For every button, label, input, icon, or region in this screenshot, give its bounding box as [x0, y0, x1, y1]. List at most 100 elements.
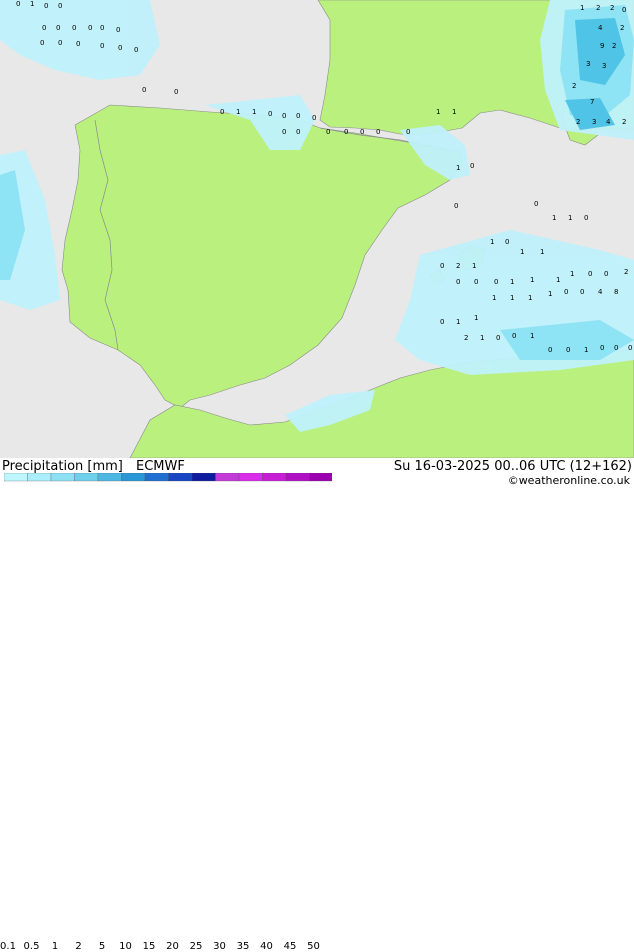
- precip-value-label: 0: [100, 24, 104, 32]
- precip-value-label: 2: [610, 4, 614, 12]
- colorbar-tick-label: 2: [75, 941, 82, 952]
- precip-value-label: 0: [406, 128, 410, 136]
- colorbar-segment: [97, 473, 122, 482]
- legend-title: Precipitation [mm]: [2, 459, 123, 474]
- precip-value-label: 0: [494, 278, 498, 286]
- colorbar-segment: [168, 473, 193, 482]
- model-name: ECMWF: [136, 459, 185, 474]
- colorbar-segment: [262, 473, 287, 482]
- precip-value-label: 1: [474, 314, 478, 322]
- precip-value-label: 0: [622, 6, 626, 14]
- precip-value-label: 1: [548, 290, 552, 298]
- precip-value-label: 0: [118, 44, 122, 52]
- precip-value-label: 0: [496, 334, 500, 342]
- precip-value-label: 1: [540, 248, 544, 256]
- precip-value-label: 0: [440, 318, 444, 326]
- precip-value-label: 0: [40, 39, 44, 47]
- precip-value-label: 0: [142, 86, 146, 94]
- precip-value-label: 0: [454, 202, 458, 210]
- precip-value-label: 0: [548, 346, 552, 354]
- precip-value-label: 1: [568, 214, 572, 222]
- precip-value-label: 0: [376, 128, 380, 136]
- precip-value-label: 0: [76, 40, 80, 48]
- colorbar-tick-label: 0.5: [23, 941, 40, 952]
- precip-value-label: 2: [622, 118, 626, 126]
- precip-value-label: 0: [296, 128, 300, 136]
- precip-value-label: 0: [282, 128, 286, 136]
- precip-value-label: 1: [490, 238, 494, 246]
- precip-value-label: 0: [456, 278, 460, 286]
- precip-value-label: 2: [624, 268, 628, 276]
- precip-value-label: 0: [580, 288, 584, 296]
- precip-value-label: 0: [470, 162, 474, 170]
- precip-value-label: 0: [58, 39, 62, 47]
- precip-value-label: 0: [220, 108, 224, 116]
- precip-value-label: 1: [570, 270, 574, 278]
- precip-value-label: 1: [456, 318, 460, 326]
- precip-value-label: 2: [464, 334, 468, 342]
- precip-value-label: 4: [598, 288, 603, 296]
- colorbar-segment: [50, 473, 75, 482]
- precip-value-label: 0: [312, 114, 316, 122]
- precip-value-label: 1: [530, 276, 534, 284]
- colorbar-segment: [285, 473, 310, 482]
- precip-value-label: 0: [56, 24, 60, 32]
- precip-value-label: 0: [42, 24, 46, 32]
- precip-value-label: 0: [628, 344, 632, 352]
- precip-value-label: 0: [512, 332, 516, 340]
- precip-value-label: 0: [88, 24, 92, 32]
- precip-value-label: 0: [360, 128, 364, 136]
- precip-value-label: 1: [530, 332, 534, 340]
- precip-value-label: 1: [252, 108, 256, 116]
- precip-value-label: 4: [606, 118, 611, 126]
- precip-value-label: 0: [566, 346, 570, 354]
- precip-value-label: 1: [436, 108, 440, 116]
- precip-value-label: 0: [588, 270, 592, 278]
- colorbar-segment: [121, 473, 146, 482]
- precip-value-label: 0: [174, 88, 178, 96]
- precip-value-label: 0: [72, 24, 76, 32]
- precip-value-label: 0: [268, 110, 272, 118]
- precipitation-colorbar: [4, 473, 332, 482]
- precip-value-label: 1: [492, 294, 496, 302]
- precip-value-label: 1: [480, 334, 484, 342]
- colorbar-segment: [144, 473, 169, 482]
- precip-value-label: 0: [604, 270, 608, 278]
- colorbar-tick-label: 5: [98, 941, 106, 952]
- precip-value-label: 1: [556, 276, 560, 284]
- precip-value-label: 0: [44, 2, 48, 10]
- precip-value-label: 2: [620, 24, 624, 32]
- colorbar-tick-label: 20: [166, 941, 179, 952]
- colorbar-segment: [309, 473, 332, 482]
- valid-time: Su 16-03-2025 00..06 UTC (12+162): [393, 459, 632, 474]
- precip-value-label: 1: [472, 262, 476, 270]
- precip-value-label: 1: [452, 108, 456, 116]
- precip-value-label: 0: [474, 278, 478, 286]
- colorbar-tick-label: 15: [142, 941, 156, 952]
- precip-value-label: 1: [30, 0, 34, 8]
- precip-value-label: 1: [510, 278, 514, 286]
- precip-value-label: 4: [598, 24, 603, 32]
- colorbar-tick-label: 45: [283, 941, 297, 952]
- colorbar-segment: [74, 473, 99, 482]
- precip-value-label: 8: [614, 288, 618, 296]
- precip-value-label: 0: [296, 112, 300, 120]
- precip-value-label: 0: [58, 2, 62, 10]
- precip-value-label: 3: [602, 62, 606, 70]
- precip-value-label: 9: [600, 42, 604, 50]
- credit-link[interactable]: ©weatheronline.co.uk: [508, 474, 630, 487]
- colorbar-tick-label: 0.1: [0, 941, 16, 952]
- precip-value-label: 0: [564, 288, 568, 296]
- colorbar-segment: [191, 473, 216, 482]
- precip-value-label: 0: [326, 128, 330, 136]
- precip-value-label: 0: [344, 128, 348, 136]
- colorbar-tick-label: 1: [51, 941, 59, 952]
- precip-value-label: 1: [552, 214, 556, 222]
- precip-value-label: 0: [100, 42, 104, 50]
- precip-value-label: 0: [584, 214, 588, 222]
- precip-value-label: 2: [612, 42, 616, 50]
- precip-value-label: 1: [580, 4, 584, 12]
- colorbar-segment: [4, 473, 28, 482]
- colorbar-segment: [215, 473, 240, 482]
- colorbar-tick-label: 25: [189, 941, 203, 952]
